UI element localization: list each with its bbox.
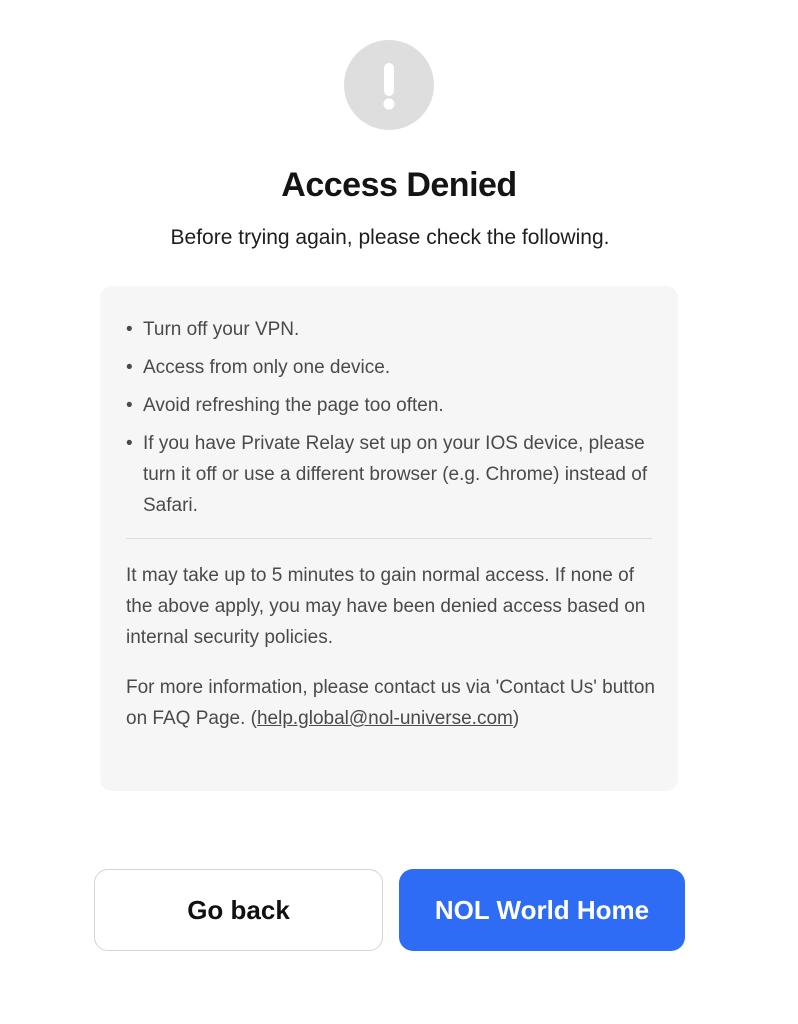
alert-icon-circle [344, 40, 434, 130]
page-subtitle: Before trying again, please check the fo… [170, 226, 610, 249]
bullet: • [126, 357, 133, 378]
page-title: Access Denied [281, 166, 517, 204]
checklist-item-text: Access from only one device. [143, 357, 391, 378]
checklist-item: • Turn off your VPN. [126, 314, 656, 345]
checklist-item-text: Avoid refreshing the page too often. [143, 395, 444, 416]
contact-notice: For more information, please contact us … [126, 672, 656, 734]
bullet: • [126, 395, 133, 416]
checklist: • Turn off your VPN. • Access from only … [126, 314, 656, 528]
go-back-button[interactable]: Go back [94, 869, 383, 951]
checklist-item: • If you have Private Relay set up on yo… [126, 428, 656, 521]
wait-notice: It may take up to 5 minutes to gain norm… [126, 565, 646, 648]
checklist-item-text: If you have Private Relay set up on your… [143, 433, 648, 516]
exclamation-icon [383, 63, 395, 110]
divider [126, 538, 652, 539]
contact-suffix: ) [512, 708, 520, 729]
support-email-link[interactable]: help.global@nol-universe.com [257, 708, 513, 729]
bullet: • [126, 319, 133, 340]
info-panel: • Turn off your VPN. • Access from only … [100, 286, 678, 791]
checklist-item-text: Turn off your VPN. [143, 319, 300, 340]
home-button[interactable]: NOL World Home [399, 869, 685, 951]
checklist-item: • Avoid refreshing the page too often. [126, 390, 656, 421]
bullet: • [126, 433, 133, 454]
checklist-item: • Access from only one device. [126, 352, 656, 383]
